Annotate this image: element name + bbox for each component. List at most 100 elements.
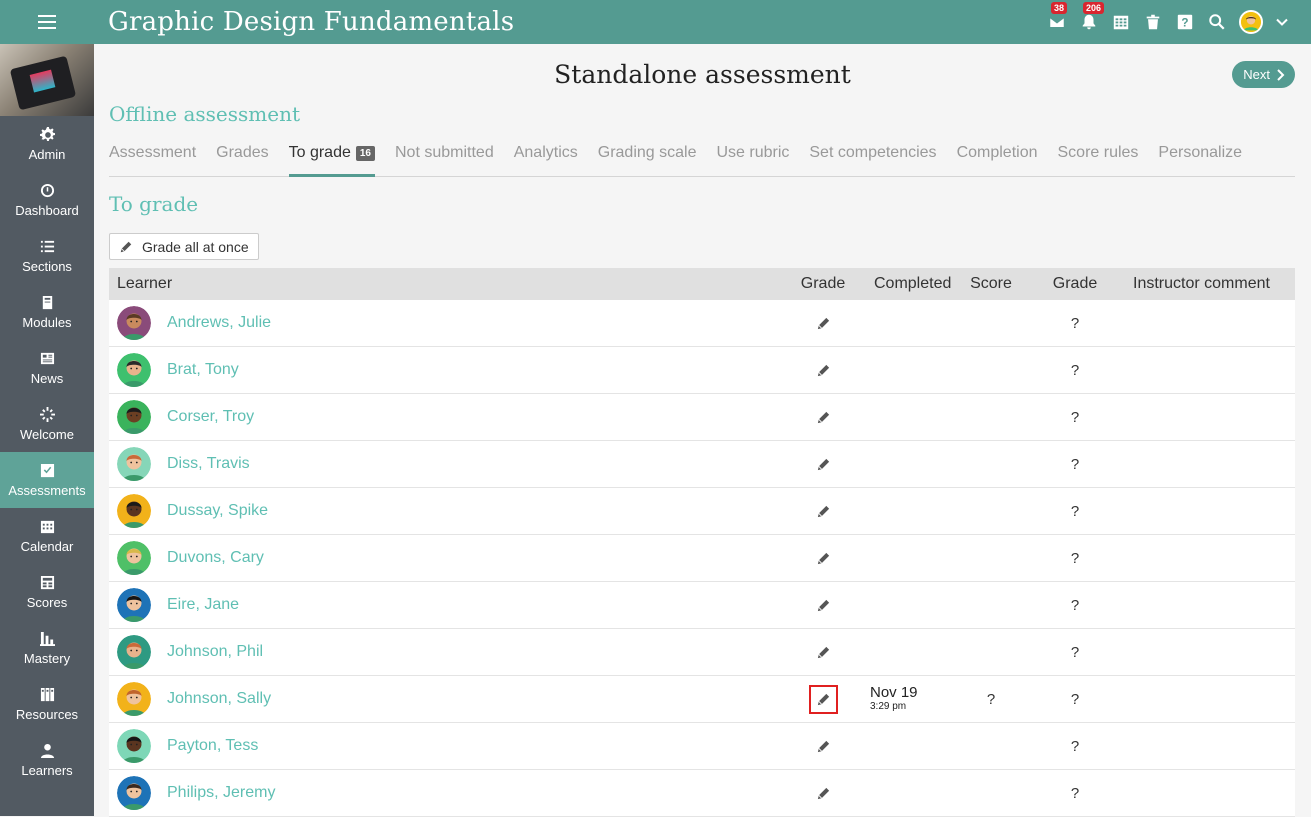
grade-edit-button[interactable] (808, 684, 838, 714)
grade-action-cell (785, 780, 861, 806)
messages-button[interactable]: 38 (1047, 2, 1068, 32)
sidebar-item-scores[interactable]: Scores (0, 564, 94, 620)
sidebar-item-calendar[interactable]: Calendar (0, 508, 94, 564)
table-row: Corser, Troy? (109, 394, 1295, 441)
sidebar-item-sections[interactable]: Sections (0, 228, 94, 284)
column-completed[interactable]: Completed (861, 275, 953, 293)
learner-name-link[interactable]: Payton, Tess (167, 737, 258, 755)
sidebar-item-label: Scores (26, 594, 68, 610)
grade-edit-button[interactable] (810, 498, 836, 524)
grade-edit-button[interactable] (810, 451, 836, 477)
menu-toggle-button[interactable] (0, 0, 94, 44)
user-avatar-icon (1241, 12, 1261, 32)
tab-label: Set competencies (809, 144, 937, 161)
learner-name-link[interactable]: Dussay, Spike (167, 502, 268, 520)
sidebar-item-welcome[interactable]: Welcome (0, 396, 94, 452)
grade-cell: ? (1070, 643, 1080, 661)
sidebar-item-label: Sections (22, 258, 72, 274)
top-bar: Graphic Design Fundamentals 38 206 ? (0, 0, 1311, 44)
pencil-icon (817, 693, 829, 705)
sidebar-item-assessments[interactable]: Assessments (0, 452, 94, 508)
course-thumbnail[interactable] (0, 44, 94, 116)
sidebar-item-learners[interactable]: Learners (0, 732, 94, 788)
sidebar-item-label: Modules (22, 314, 72, 330)
messages-badge: 38 (1051, 2, 1068, 14)
completed-date: Nov 19 (870, 684, 918, 701)
sidebar-item-modules[interactable]: Modules (0, 284, 94, 340)
grade-edit-button[interactable] (810, 592, 836, 618)
tab-score-rules[interactable]: Score rules (1058, 142, 1139, 177)
tab-completion[interactable]: Completion (957, 142, 1038, 177)
grade-edit-button[interactable] (810, 733, 836, 759)
learner-name-link[interactable]: Corser, Troy (167, 408, 254, 426)
column-learner[interactable]: Learner (109, 275, 785, 293)
learner-name-link[interactable]: Brat, Tony (167, 361, 239, 379)
chevron-right-icon (1277, 68, 1285, 81)
account-menu-button[interactable] (1275, 15, 1289, 29)
sidebar-item-label: Assessments (8, 482, 86, 498)
grade-all-button[interactable]: Grade all at once (109, 233, 259, 260)
learner-name-link[interactable]: Philips, Jeremy (167, 784, 275, 802)
grade-cell: ? (1070, 784, 1080, 802)
main-content: Standalone assessment Next Offline asses… (94, 44, 1311, 817)
sidebar-item-admin[interactable]: Admin (0, 116, 94, 172)
learner-name-link[interactable]: Andrews, Julie (167, 314, 271, 332)
next-button-label: Next (1243, 67, 1270, 82)
notifications-button[interactable]: 206 (1079, 2, 1105, 32)
sidebar-item-resources[interactable]: Resources (0, 676, 94, 732)
learner-name-link[interactable]: Duvons, Cary (167, 549, 264, 567)
tab-analytics[interactable]: Analytics (514, 142, 578, 177)
sidebar-item-label: Welcome (20, 426, 74, 442)
sidebar-item-dashboard[interactable]: Dashboard (0, 172, 94, 228)
bell-icon (1082, 14, 1096, 30)
person-icon (40, 743, 54, 758)
tab-label: Score rules (1057, 144, 1139, 161)
tab-grades[interactable]: Grades (216, 142, 268, 177)
pencil-icon (817, 552, 829, 564)
column-instructor-comment: Instructor comment (1133, 275, 1270, 292)
grade-edit-button[interactable] (810, 639, 836, 665)
grade-cell: ? (1070, 690, 1080, 708)
sidebar-item-mastery[interactable]: Mastery (0, 620, 94, 676)
learner-name-link[interactable]: Eire, Jane (167, 596, 239, 614)
sidebar-item-label: Admin (28, 146, 66, 162)
grade-cell: ? (1070, 455, 1080, 473)
help-button[interactable]: ? (1175, 12, 1195, 32)
grade-edit-button[interactable] (810, 780, 836, 806)
grade-edit-button[interactable] (810, 357, 836, 383)
grade-edit-button[interactable] (810, 310, 836, 336)
tab-to-grade[interactable]: To grade 16 (288, 142, 375, 177)
grade-edit-button[interactable] (810, 404, 836, 430)
hamburger-icon (38, 21, 56, 23)
calendar-button[interactable] (1111, 12, 1131, 32)
trash-button[interactable] (1143, 12, 1163, 32)
tab-assessment[interactable]: Assessment (109, 142, 196, 177)
newspaper-icon (40, 352, 54, 364)
tab-personalize[interactable]: Personalize (1158, 142, 1242, 177)
search-button[interactable] (1207, 12, 1227, 32)
column-grade[interactable]: Grade (1029, 275, 1121, 293)
learner-cell: Johnson, Phil (109, 635, 785, 669)
next-button[interactable]: Next (1232, 61, 1295, 88)
app-title: Graphic Design Fundamentals (108, 7, 515, 37)
pencil-icon (817, 646, 829, 658)
user-avatar[interactable] (1239, 10, 1263, 34)
avatar (117, 729, 151, 763)
sidebar-item-news[interactable]: News (0, 340, 94, 396)
avatar (117, 447, 151, 481)
learner-name-link[interactable]: Johnson, Sally (167, 690, 271, 708)
avatar (117, 776, 151, 810)
tab-label: Not submitted (395, 144, 494, 161)
table-row: Philips, Jeremy? (109, 770, 1295, 817)
tab-not-submitted[interactable]: Not submitted (395, 142, 494, 177)
tab-set-competencies[interactable]: Set competencies (809, 142, 936, 177)
column-score[interactable]: Score (953, 275, 1029, 293)
learner-name-link[interactable]: Johnson, Phil (167, 643, 263, 661)
grade-action-cell (785, 684, 861, 714)
tab-grading-scale[interactable]: Grading scale (598, 142, 697, 177)
tab-use-rubric[interactable]: Use rubric (716, 142, 789, 177)
learner-name-link[interactable]: Diss, Travis (167, 455, 250, 473)
grade-edit-button[interactable] (810, 545, 836, 571)
learner-avatar-icon (117, 494, 151, 528)
table-row: Johnson, Sally Nov 19 3:29 pm?? (109, 676, 1295, 723)
